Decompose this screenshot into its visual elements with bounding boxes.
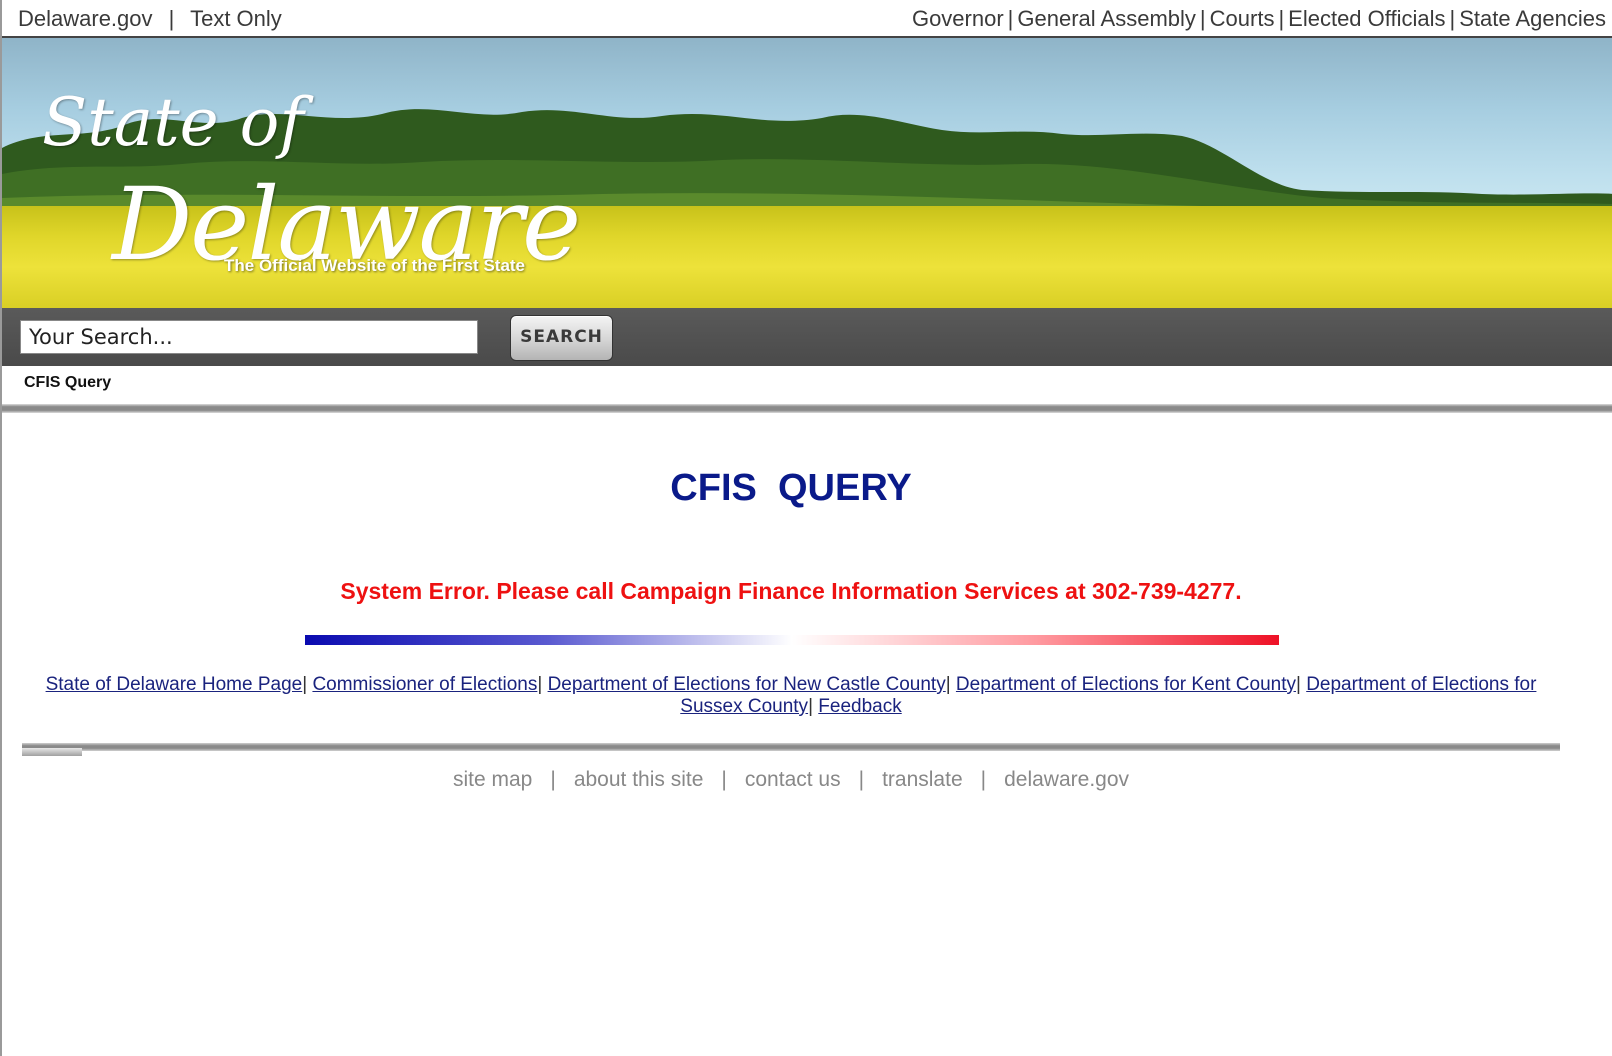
- delaware-gov-link[interactable]: Delaware.gov: [18, 6, 153, 31]
- footer-delaware-gov[interactable]: delaware.gov: [1004, 768, 1129, 791]
- logo-line1: State of: [42, 84, 304, 161]
- link-new-castle-elections[interactable]: Department of Elections for New Castle C…: [548, 674, 946, 695]
- top-left-links: Delaware.gov | Text Only: [18, 6, 282, 32]
- top-nav: Governor | General Assembly | Courts | Elected…: [912, 6, 1606, 32]
- link-separator: |: [1295, 674, 1301, 695]
- footer-separator: |: [550, 768, 556, 791]
- link-separator: |: [302, 674, 308, 695]
- footer-translate[interactable]: translate: [882, 768, 963, 791]
- footer-contact-us[interactable]: contact us: [745, 768, 841, 791]
- link-commissioner-elections[interactable]: Commissioner of Elections: [312, 674, 537, 695]
- page: Delaware.gov | Text Only Governor | Genera…: [0, 0, 1612, 1056]
- top-nav-state-agencies[interactable]: State Agencies: [1459, 6, 1606, 31]
- footer-nav: site map | about this site | contact us | tran…: [2, 768, 1580, 792]
- footer-divider-tab: [22, 748, 82, 756]
- top-nav-courts[interactable]: Courts: [1210, 6, 1275, 31]
- footer-divider: [22, 743, 1560, 751]
- search-input[interactable]: [20, 320, 478, 354]
- footer-separator: |: [858, 768, 865, 791]
- text-only-link[interactable]: Text Only: [190, 6, 282, 31]
- error-message: System Error. Please call Campaign Finan…: [340, 578, 1242, 604]
- search-button[interactable]: SEARCH: [510, 315, 613, 361]
- link-separator: |: [808, 696, 813, 717]
- top-nav-separator: |: [1278, 6, 1285, 31]
- footer-separator: |: [980, 768, 987, 791]
- top-nav-separator: |: [1007, 6, 1014, 31]
- breadcrumb: CFIS Query: [24, 374, 112, 391]
- gradient-divider: [305, 635, 1279, 645]
- banner-tagline: The Official Website of the First State: [224, 256, 526, 275]
- link-state-home[interactable]: State of Delaware Home Page: [46, 674, 303, 695]
- top-nav-separator: |: [1449, 6, 1456, 31]
- link-separator: |: [537, 674, 543, 695]
- top-nav-governor[interactable]: Governor: [912, 6, 1004, 31]
- breadcrumb-divider: [2, 404, 1612, 413]
- link-kent-elections[interactable]: Department of Elections for Kent County: [956, 674, 1296, 695]
- top-utility-bar: Delaware.gov | Text Only Governor | Genera…: [2, 0, 1612, 38]
- link-feedback[interactable]: Feedback: [818, 696, 901, 717]
- related-links: State of Delaware Home Page| Commissione…: [42, 674, 1540, 718]
- footer-separator: |: [721, 768, 727, 791]
- footer-site-map[interactable]: site map: [453, 768, 532, 791]
- top-separator: |: [168, 6, 175, 31]
- header-banner: State of Delaware The Official Website o…: [2, 38, 1612, 308]
- top-nav-general-assembly[interactable]: General Assembly: [1017, 6, 1196, 31]
- top-nav-separator: |: [1199, 6, 1206, 31]
- footer-about-site[interactable]: about this site: [574, 768, 704, 791]
- search-bar: SEARCH: [2, 308, 1612, 366]
- page-title: CFIS QUERY: [670, 467, 912, 509]
- top-nav-elected-officials[interactable]: Elected Officials: [1288, 6, 1445, 31]
- link-separator: |: [945, 674, 951, 695]
